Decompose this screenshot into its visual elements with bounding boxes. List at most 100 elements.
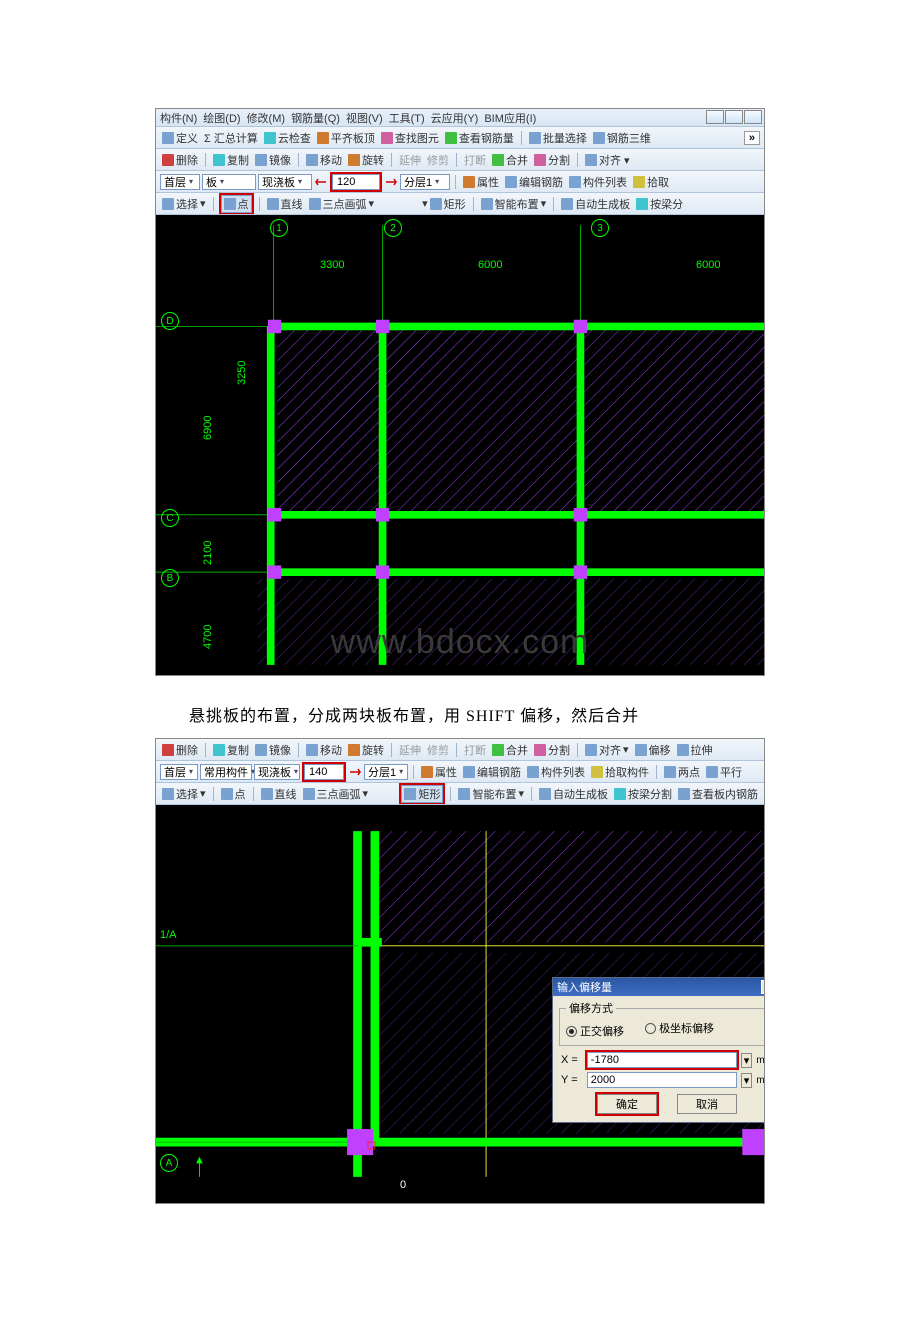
dropdown-icon[interactable]: ▾ (741, 1053, 753, 1068)
member-list-button[interactable]: 构件列表 (567, 174, 629, 190)
rotate-button[interactable]: 旋转 (346, 742, 386, 758)
merge-button[interactable]: 合并 (490, 152, 530, 168)
cancel-button[interactable]: 取消 (677, 1094, 737, 1114)
define-button[interactable]: 定义 (160, 130, 200, 146)
grid-bubble-3: 3 (591, 219, 609, 237)
offset-dialog: 输入偏移量 × 偏移方式 正交偏移 极坐标偏移 X = ▾ mm Y = ▾ m… (552, 977, 764, 1123)
dim-row-D-C: 6900 (202, 416, 214, 440)
split-button[interactable]: 分割 (532, 742, 572, 758)
align-button[interactable]: 对齐 ▾ (583, 742, 631, 758)
member-type-combo[interactable]: 板 (202, 174, 256, 190)
select-button[interactable]: 选择 ▾ (160, 196, 208, 212)
menu-view[interactable]: 视图(V) (346, 110, 383, 126)
view-rebar-qty-button[interactable]: 查看钢筋量 (443, 130, 516, 146)
annotation-arrow-icon (348, 765, 362, 779)
window-controls[interactable] (706, 110, 762, 124)
merge-button[interactable]: 合并 (490, 742, 530, 758)
y-offset-input[interactable] (587, 1072, 737, 1088)
line-button[interactable]: 直线 (265, 196, 305, 212)
perp-button[interactable]: 平行 (704, 764, 744, 780)
grid-bubble-C: C (161, 509, 179, 527)
grid-bubble-1: 1 (270, 219, 288, 237)
point-button[interactable]: 点 (219, 786, 248, 802)
rotate-button[interactable]: 旋转 (346, 152, 386, 168)
cloud-check-button[interactable]: 云检查 (262, 130, 313, 146)
polar-offset-radio[interactable]: 极坐标偏移 (645, 1020, 714, 1036)
layer-combo[interactable]: 分层1 (400, 174, 450, 190)
find-element-button[interactable]: 查找图元 (379, 130, 441, 146)
menu-tools[interactable]: 工具(T) (389, 110, 425, 126)
maximize-icon[interactable] (725, 110, 743, 124)
mirror-button[interactable]: 镜像 (253, 742, 293, 758)
menu-modify[interactable]: 修改(M) (247, 110, 286, 126)
ok-button[interactable]: 确定 (597, 1094, 657, 1114)
cad-drawing-canvas[interactable]: 1 2 3 D C B 3300 6000 6000 6900 3250 210… (156, 215, 764, 675)
two-point-button[interactable]: 两点 (662, 764, 702, 780)
move-button[interactable]: 移动 (304, 742, 344, 758)
menu-rebar[interactable]: 钢筋量(Q) (291, 110, 340, 126)
floor-combo[interactable]: 首层 (160, 174, 200, 190)
dim-col-3-4: 6000 (696, 259, 720, 271)
thickness-input[interactable]: 120 (332, 174, 380, 190)
delete-button[interactable]: 删除 (160, 742, 200, 758)
cast-type-combo[interactable]: 现浇板 (254, 764, 300, 780)
floor-combo[interactable]: 首层 (160, 764, 198, 780)
line-button[interactable]: 直线 (259, 786, 299, 802)
auto-gen-slab-button[interactable]: 自动生成板 (537, 786, 610, 802)
flatten-top-button[interactable]: 平齐板顶 (315, 130, 377, 146)
attributes-button[interactable]: 属性 (419, 764, 459, 780)
rect-button[interactable]: 矩形 (401, 785, 443, 803)
arc3-button[interactable]: 三点画弧 ▾ (301, 786, 371, 802)
delete-button[interactable]: 删除 (160, 152, 200, 168)
offset-button[interactable]: 偏移 (633, 742, 673, 758)
ortho-offset-radio[interactable]: 正交偏移 (566, 1023, 624, 1039)
attributes-button[interactable]: 属性 (461, 174, 501, 190)
member-list-button[interactable]: 构件列表 (525, 764, 587, 780)
rebar-3d-button[interactable]: 钢筋三维 (591, 130, 653, 146)
pick-button[interactable]: 拾取 (631, 174, 671, 190)
edit-rebar-button[interactable]: 编辑钢筋 (503, 174, 565, 190)
menu-cloud[interactable]: 云应用(Y) (431, 110, 479, 126)
minimize-icon[interactable] (706, 110, 724, 124)
annotation-arrow-icon (314, 175, 328, 189)
cast-type-combo[interactable]: 现浇板 (258, 174, 312, 190)
layer-combo[interactable]: 分层1 (364, 764, 408, 780)
view-slab-rebar-button[interactable]: 查看板内钢筋 (676, 786, 760, 802)
dim-row-B-A: 4700 (202, 625, 214, 649)
cad-drawing-canvas[interactable]: 1/A A 0 输入偏移量 × 偏移方式 正交偏移 极坐标偏移 X = ▾ mm… (156, 805, 764, 1203)
overflow-button[interactable]: » (744, 131, 760, 145)
by-beam-split-button[interactable]: 按梁分割 (612, 786, 674, 802)
select-button[interactable]: 选择 ▾ (160, 786, 208, 802)
close-icon[interactable] (744, 110, 762, 124)
stretch-button[interactable]: 拉伸 (675, 742, 715, 758)
break-button: 打断 (462, 742, 488, 758)
dialog-titlebar[interactable]: 输入偏移量 × (553, 978, 764, 996)
dialog-close-button[interactable]: × (761, 980, 764, 994)
smart-layout-button[interactable]: 智能布置 ▾ (479, 196, 549, 212)
smart-layout-button[interactable]: 智能布置 ▾ (456, 786, 526, 802)
menu-draw[interactable]: 绘图(D) (203, 110, 240, 126)
arc3-button[interactable]: 三点画弧 ▾ (307, 196, 377, 212)
align-button[interactable]: 对齐 ▾ (583, 152, 632, 168)
copy-button[interactable]: 复制 (211, 152, 251, 168)
menu-bim[interactable]: BIM应用(I) (484, 110, 536, 126)
thickness-input[interactable]: 140 (304, 764, 344, 780)
rect-button[interactable]: ▾ 矩形 (420, 196, 468, 212)
move-button[interactable]: 移动 (304, 152, 344, 168)
point-button[interactable]: 点 (221, 195, 252, 213)
common-member-combo[interactable]: 常用构件 (200, 764, 252, 780)
dropdown-icon[interactable]: ▾ (741, 1073, 753, 1088)
split-button[interactable]: 分割 (532, 152, 572, 168)
auto-gen-slab-button[interactable]: 自动生成板 (559, 196, 632, 212)
offset-mode-legend: 偏移方式 (566, 1000, 616, 1016)
pick-member-button[interactable]: 拾取构件 (589, 764, 651, 780)
dim-col-2-3: 6000 (478, 259, 502, 271)
x-offset-input[interactable] (587, 1052, 737, 1068)
edit-rebar-button[interactable]: 编辑钢筋 (461, 764, 523, 780)
by-beam-button[interactable]: 按梁分 (634, 196, 685, 212)
copy-button[interactable]: 复制 (211, 742, 251, 758)
batch-select-button[interactable]: 批量选择 (527, 130, 589, 146)
mirror-button[interactable]: 镜像 (253, 152, 293, 168)
sigma-total-button[interactable]: Σ 汇总计算 (202, 130, 260, 146)
menu-component[interactable]: 构件(N) (160, 110, 197, 126)
